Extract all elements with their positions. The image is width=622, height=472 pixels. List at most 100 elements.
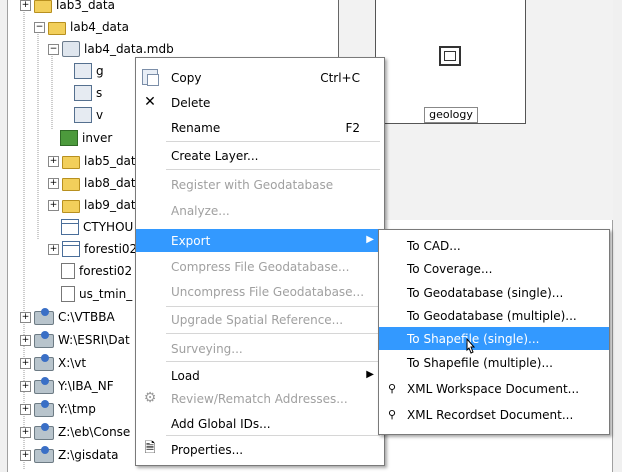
menu-item-label: Copy: [171, 71, 202, 85]
feature-class-icon: [74, 85, 92, 101]
menu-item-label: Add Global IDs...: [171, 417, 271, 431]
submenu-item-to-shapefile-single[interactable]: To Shapefile (single)...: [379, 327, 609, 350]
folder-icon: [62, 155, 80, 169]
collapse-toggle[interactable]: −: [34, 21, 45, 33]
tree-item-label: Z:\eb\Conse: [58, 425, 131, 439]
menu-item-analyze[interactable]: Analyze...: [136, 199, 384, 222]
tree-item[interactable]: + lab3_data: [20, 0, 115, 16]
submenu-item-to-geodatabase-single[interactable]: To Geodatabase (single)...: [379, 281, 609, 304]
layer-thumbnail-label: geology: [424, 107, 478, 123]
tree-item-label: s: [96, 86, 103, 100]
folder-icon: [48, 21, 66, 35]
tree-item[interactable]: + Z:\gisdata: [20, 444, 119, 466]
menu-item-review-rematch[interactable]: ⚙ Review/Rematch Addresses...: [136, 387, 384, 410]
tree-item[interactable]: + lab5_dat: [48, 150, 136, 172]
submenu-item-to-coverage[interactable]: To Coverage...: [379, 257, 609, 280]
menu-item-create-layer[interactable]: Create Layer...: [136, 144, 384, 167]
feature-class-icon: [74, 63, 92, 79]
menu-item-rename[interactable]: Rename F2: [136, 116, 384, 139]
menu-item-properties[interactable]: 🗎 Properties...: [136, 438, 384, 461]
tree-item-label: W:\ESRI\Dat: [58, 333, 130, 347]
database-icon: [62, 41, 80, 57]
menu-item-uncompress[interactable]: Uncompress File Geodatabase...: [136, 280, 384, 303]
tree-item[interactable]: + Y:\IBA_NF: [20, 375, 114, 397]
menu-item-label: Upgrade Spatial Reference...: [171, 313, 344, 327]
menu-item-copy[interactable]: Copy Ctrl+C: [136, 66, 384, 89]
expand-toggle[interactable]: +: [20, 426, 31, 438]
tree-item-label: lab4_data.mdb: [84, 42, 174, 56]
tree-item[interactable]: foresti02: [61, 260, 132, 282]
menu-item-delete[interactable]: ✕ Delete: [136, 91, 384, 114]
expand-toggle[interactable]: +: [20, 403, 31, 415]
menu-separator: [166, 435, 380, 436]
menu-item-surveying[interactable]: Surveying...: [136, 337, 384, 360]
tree-item[interactable]: + lab8_dat: [48, 172, 136, 194]
menu-item-shortcut: Ctrl+C: [320, 71, 360, 85]
tree-item[interactable]: CTYHOU: [61, 216, 133, 238]
tree-item-label: foresti02: [79, 264, 133, 278]
collapse-toggle[interactable]: −: [48, 43, 59, 55]
tree-item[interactable]: inver: [60, 127, 112, 149]
menu-item-export[interactable]: Export ▶: [136, 229, 384, 252]
tree-item[interactable]: + W:\ESRI\Dat: [20, 329, 130, 351]
document-icon: [61, 263, 75, 279]
tree-item[interactable]: + lab9_dat: [48, 194, 136, 216]
expand-toggle[interactable]: +: [48, 155, 59, 167]
submenu-arrow-icon: ▶: [366, 234, 374, 245]
expand-toggle[interactable]: +: [20, 449, 31, 461]
menu-item-label: Compress File Geodatabase...: [171, 260, 350, 274]
tree-item-label: Y:\IBA_NF: [58, 379, 114, 393]
layer-thumbnail[interactable]: geology: [375, 0, 526, 124]
tree-item[interactable]: + Z:\eb\Conse: [20, 421, 130, 443]
tree-item[interactable]: s: [74, 82, 102, 104]
menu-item-label: Properties...: [171, 443, 244, 457]
table-icon: [62, 241, 80, 257]
expand-toggle[interactable]: +: [20, 334, 31, 346]
menu-item-compress[interactable]: Compress File Geodatabase...: [136, 255, 384, 278]
tree-item[interactable]: + foresti02: [48, 238, 137, 260]
submenu-item-to-cad[interactable]: To CAD...: [379, 234, 609, 257]
tree-item-label: X:\vt: [58, 356, 87, 370]
menu-item-upgrade-spatial-reference[interactable]: Upgrade Spatial Reference...: [136, 308, 384, 331]
submenu-item-xml-workspace[interactable]: ⚲ XML Workspace Document...: [379, 377, 609, 400]
tree-item[interactable]: v: [74, 104, 103, 126]
expand-toggle[interactable]: +: [20, 0, 31, 11]
menu-item-label: Create Layer...: [171, 149, 259, 163]
expand-toggle[interactable]: +: [20, 357, 31, 369]
tree-item[interactable]: us_tmin_: [61, 283, 132, 305]
tree-item-label: lab5_dat: [84, 154, 136, 168]
xml-workspace-icon: ⚲: [387, 381, 397, 395]
submenu-item-xml-recordset[interactable]: ⚲ XML Recordset Document...: [379, 403, 609, 426]
table-icon: [61, 219, 79, 235]
expand-toggle[interactable]: +: [20, 380, 31, 392]
menu-separator: [166, 141, 380, 142]
menu-item-label: To Geodatabase (single)...: [407, 286, 564, 300]
tree-item[interactable]: + C:\VTBBA: [20, 306, 115, 328]
tree-item-label: lab8_dat: [84, 176, 136, 190]
drive-icon: [34, 400, 54, 417]
drive-icon: [34, 354, 54, 371]
tree-item-label: foresti02: [84, 242, 138, 256]
expand-toggle[interactable]: +: [48, 177, 59, 189]
geocode-icon: ⚙: [143, 390, 157, 406]
submenu-arrow-icon: ▶: [366, 369, 374, 380]
tree-item[interactable]: − lab4_data: [34, 16, 129, 38]
tree-item[interactable]: + X:\vt: [20, 352, 86, 374]
menu-item-register-geodatabase[interactable]: Register with Geodatabase: [136, 173, 384, 196]
folder-icon: [34, 0, 52, 13]
menu-item-add-global-ids[interactable]: Add Global IDs...: [136, 412, 384, 435]
tree-item[interactable]: g: [74, 60, 104, 82]
expand-toggle[interactable]: +: [20, 311, 31, 323]
menu-item-label: XML Workspace Document...: [407, 382, 580, 396]
expand-toggle[interactable]: +: [48, 199, 59, 211]
submenu-item-to-shapefile-multiple[interactable]: To Shapefile (multiple)...: [379, 351, 609, 374]
tree-item-label: C:\VTBBA: [58, 310, 115, 324]
menu-item-load[interactable]: Load ▶: [136, 364, 384, 387]
expand-toggle[interactable]: +: [48, 243, 59, 255]
menu-separator: [166, 169, 380, 170]
menu-item-label: To Geodatabase (multiple)...: [407, 309, 577, 323]
tree-item[interactable]: + Y:\tmp: [20, 398, 96, 420]
mouse-cursor-icon: [466, 338, 476, 354]
menu-item-label: To Coverage...: [407, 262, 493, 276]
submenu-item-to-geodatabase-multiple[interactable]: To Geodatabase (multiple)...: [379, 304, 609, 327]
